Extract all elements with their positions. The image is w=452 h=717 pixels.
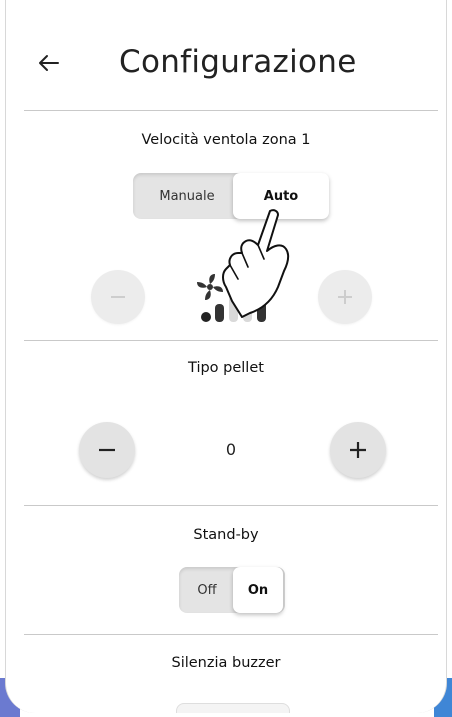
page-title: Configurazione — [119, 44, 357, 80]
buzzer-label: Silenzia buzzer — [171, 655, 281, 671]
standby-toggle: Off On — [179, 567, 285, 613]
standby-option-on[interactable]: On — [233, 567, 283, 613]
standby-option-off[interactable]: Off — [183, 567, 231, 613]
standby-label: Stand-by — [193, 527, 259, 543]
fan-speed-decrease-button[interactable] — [91, 270, 145, 324]
buzzer-toggle[interactable] — [176, 703, 290, 713]
standby-section-divider — [24, 634, 438, 635]
minus-icon — [111, 296, 125, 298]
device-frame: Configurazione Velocità ventola zona 1 M… — [0, 0, 452, 717]
arrow-left-icon — [39, 55, 59, 71]
header-divider — [24, 110, 438, 111]
pellet-type-label: Tipo pellet — [188, 360, 264, 376]
back-button[interactable] — [34, 48, 64, 78]
plus-icon — [350, 442, 366, 458]
fan-speed-label: Velocità ventola zona 1 — [141, 132, 311, 148]
fan-speed-increase-button[interactable] — [318, 270, 372, 324]
pellet-increase-button[interactable] — [330, 422, 386, 478]
pellet-type-value: 0 — [225, 440, 237, 459]
fan-section-divider — [24, 340, 438, 341]
hand-pointer-icon — [222, 209, 290, 318]
pellet-section-divider — [24, 505, 438, 506]
minus-icon — [99, 448, 115, 452]
pellet-decrease-button[interactable] — [79, 422, 135, 478]
settings-screen: Configurazione Velocità ventola zona 1 M… — [5, 0, 447, 713]
plus-icon — [338, 290, 352, 304]
